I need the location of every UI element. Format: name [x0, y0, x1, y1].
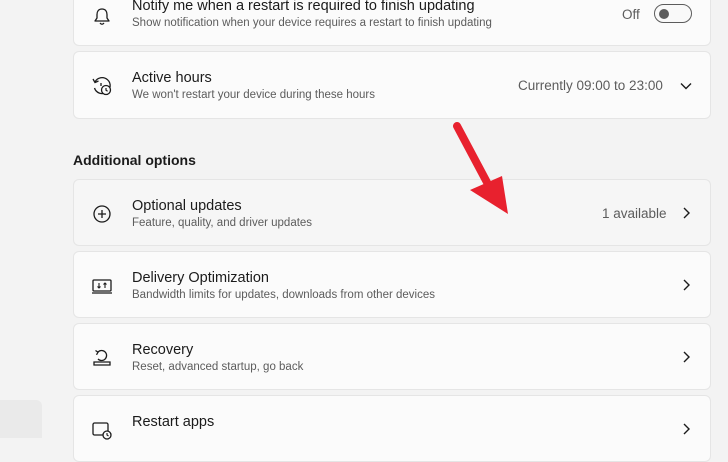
restart-apps-card[interactable]: Restart apps — [73, 395, 711, 462]
plus-circle-icon — [90, 202, 114, 226]
active-hours-subtitle: We won't restart your device during thes… — [132, 89, 375, 101]
active-hours-value: Currently 09:00 to 23:00 — [518, 78, 663, 93]
recovery-card[interactable]: Recovery Reset, advanced startup, go bac… — [73, 323, 711, 390]
active-hours-title: Active hours — [132, 70, 212, 86]
nav-item-stub[interactable] — [0, 400, 42, 438]
notify-restart-card[interactable]: Notify me when a restart is required to … — [73, 0, 711, 46]
chevron-right-icon — [678, 277, 694, 293]
notify-toggle[interactable] — [654, 4, 692, 23]
delivery-icon — [90, 274, 114, 298]
chevron-right-icon — [678, 349, 694, 365]
chevron-right-icon — [678, 205, 694, 221]
toggle-knob — [659, 8, 669, 19]
section-title: Additional options — [73, 152, 196, 168]
delivery-optimization-title: Delivery Optimization — [132, 270, 269, 286]
optional-updates-subtitle: Feature, quality, and driver updates — [132, 217, 313, 229]
recovery-subtitle: Reset, advanced startup, go back — [132, 361, 304, 373]
restart-apps-icon — [90, 418, 114, 442]
notify-subtitle: Show notification when your device requi… — [132, 17, 492, 29]
chevron-down-icon[interactable] — [678, 78, 694, 94]
optional-updates-count: 1 available — [602, 206, 667, 221]
active-hours-card[interactable]: Active hours We won't restart your devic… — [73, 51, 711, 119]
optional-updates-title: Optional updates — [132, 198, 242, 214]
restart-apps-title: Restart apps — [132, 414, 215, 430]
clock-restart-icon — [90, 74, 114, 98]
annotation-arrow-icon — [453, 122, 508, 214]
delivery-optimization-card[interactable]: Delivery Optimization Bandwidth limits f… — [73, 251, 711, 318]
recovery-title: Recovery — [132, 342, 194, 358]
bell-icon — [90, 5, 114, 29]
notify-title: Notify me when a restart is required to … — [132, 0, 475, 14]
optional-updates-card[interactable]: Optional updates Feature, quality, and d… — [73, 179, 711, 246]
delivery-optimization-subtitle: Bandwidth limits for updates, downloads … — [132, 289, 435, 301]
notify-toggle-state: Off — [622, 7, 640, 22]
chevron-right-icon — [678, 421, 694, 437]
recovery-icon — [90, 346, 114, 370]
